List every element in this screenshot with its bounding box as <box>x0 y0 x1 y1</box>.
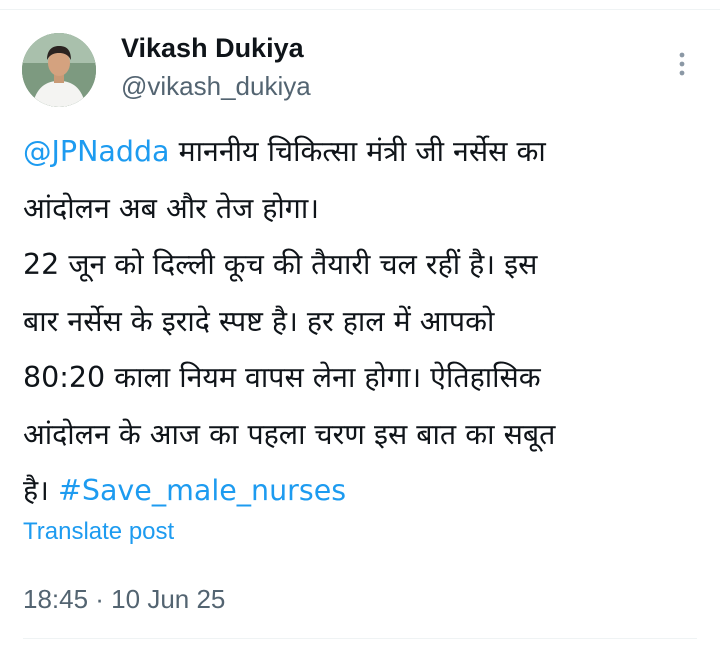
post-text-segment: है। <box>23 474 58 507</box>
post-timestamp[interactable]: 18:45 · 10 Jun 25 <box>23 584 225 615</box>
top-divider <box>0 9 720 10</box>
translate-post-link[interactable]: Translate post <box>23 518 174 546</box>
author-handle[interactable]: @vikash_dukiya <box>121 71 311 102</box>
post-text-segment: आंदोलन के आज का पहला चरण इस बात का सबूत <box>23 417 556 451</box>
hashtag-link[interactable]: #Save_male_nurses <box>58 474 346 507</box>
more-options-button[interactable] <box>668 46 696 82</box>
mention-link[interactable]: @JPNadda <box>23 135 170 168</box>
post-text-line: 80:20 काला नियम वापस लेना होगा। ऐतिहासिक <box>23 350 707 407</box>
post-text: @JPNadda माननीय चिकित्सा मंत्री जी नर्से… <box>23 124 707 520</box>
more-vertical-icon <box>679 52 685 76</box>
post-text-line: है। #Save_male_nurses <box>23 463 707 520</box>
author-name[interactable]: Vikash Dukiya <box>121 33 304 64</box>
bottom-divider <box>23 638 697 639</box>
profile-photo-icon <box>22 33 96 107</box>
avatar[interactable] <box>22 33 96 107</box>
post-text-line: आंदोलन अब और तेज होगा। <box>23 181 707 238</box>
post-text-segment: 80:20 काला नियम वापस लेना होगा। ऐतिहासिक <box>23 361 541 394</box>
post-text-segment: आंदोलन अब और तेज होगा। <box>23 191 320 225</box>
post-text-segment: बार नर्सेस के इरादे स्पष्ट है। हर हाल मे… <box>23 304 495 338</box>
post-text-line: आंदोलन के आज का पहला चरण इस बात का सबूत <box>23 407 707 464</box>
post-text-line: @JPNadda माननीय चिकित्सा मंत्री जी नर्से… <box>23 124 707 181</box>
post-text-segment: माननीय चिकित्सा मंत्री जी नर्सेस का <box>169 135 546 168</box>
post-text-segment: 22 जून को दिल्ली कूच की तैयारी चल रहीं ह… <box>23 248 538 281</box>
post-text-line: 22 जून को दिल्ली कूच की तैयारी चल रहीं ह… <box>23 237 707 294</box>
post-text-line: बार नर्सेस के इरादे स्पष्ट है। हर हाल मे… <box>23 294 707 351</box>
